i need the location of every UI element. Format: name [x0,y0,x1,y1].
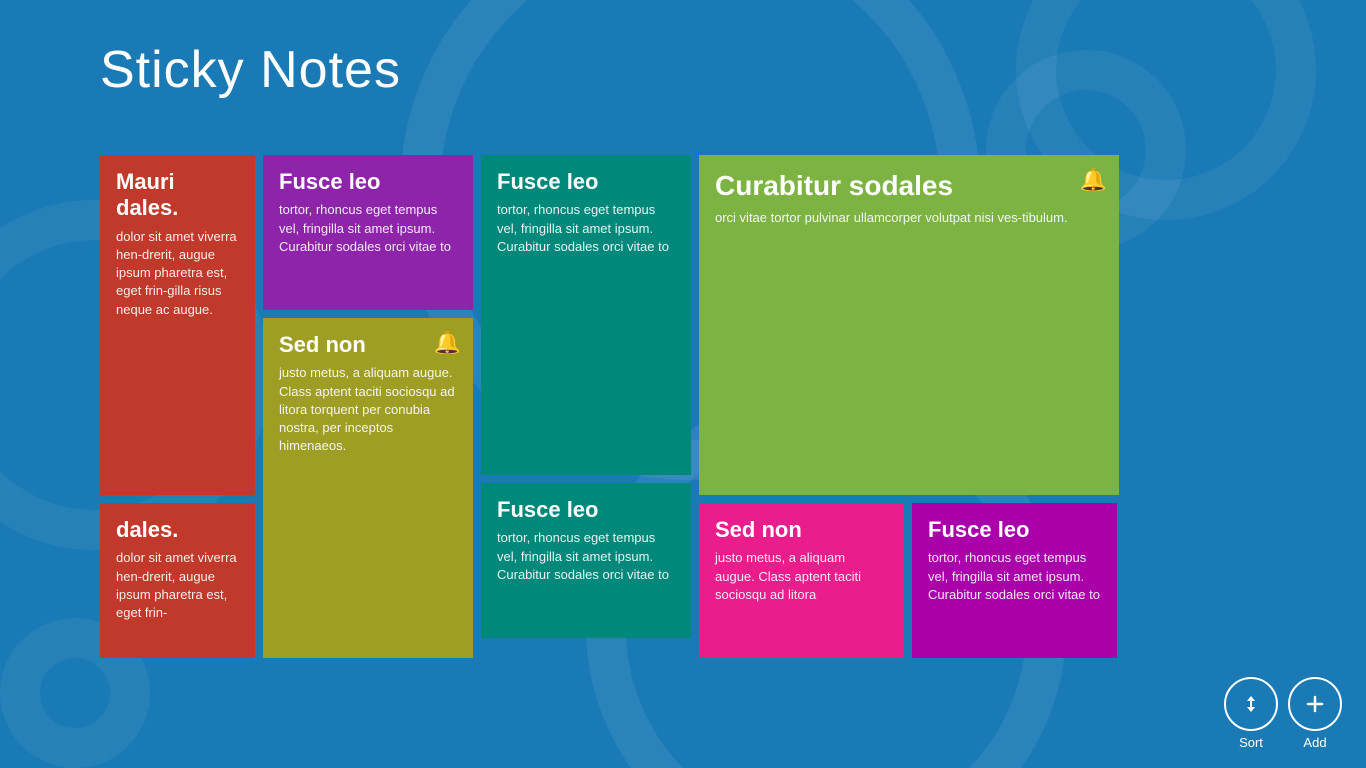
note-title: Fusce leo [497,497,675,523]
sort-button[interactable]: Sort [1224,677,1278,750]
note-title: Fusce leo [279,169,457,195]
note-title: Mauri dales. [116,169,239,222]
bell-icon: 🔔 [434,330,461,356]
add-label: Add [1303,735,1326,750]
note-title: Fusce leo [928,517,1101,543]
note-title: Sed non [279,332,457,358]
sort-label: Sort [1239,735,1263,750]
note-body: tortor, rhoncus eget tempus vel, fringil… [928,549,1101,604]
note-body: dolor sit amet viverra hen-drerit, augue… [116,228,239,319]
sort-icon [1224,677,1278,731]
note-body: justo metus, a aliquam augue. Class apte… [279,364,457,455]
add-button[interactable]: Add [1288,677,1342,750]
list-item[interactable]: Fusce leo tortor, rhoncus eget tempus ve… [481,155,691,475]
notes-column-4: 🔔 Curabitur sodales orci vitae tortor pu… [699,155,1119,658]
add-icon [1288,677,1342,731]
note-body: tortor, rhoncus eget tempus vel, fringil… [279,201,457,256]
list-item[interactable]: Fusce leo tortor, rhoncus eget tempus ve… [912,503,1117,658]
note-title: Fusce leo [497,169,675,195]
list-item[interactable]: 🔔 Sed non justo metus, a aliquam augue. … [263,318,473,658]
note-body: justo metus, a aliquam augue. Class apte… [715,549,888,604]
list-item[interactable]: Fusce leo tortor, rhoncus eget tempus ve… [263,155,473,310]
notes-grid: Mauri dales. dolor sit amet viverra hen-… [100,155,1119,658]
note-title: Sed non [715,517,888,543]
note-body: tortor, rhoncus eget tempus vel, fringil… [497,529,675,584]
note-body: orci vitae tortor pulvinar ullamcorper v… [715,209,1103,227]
page-title: Sticky Notes [100,40,401,100]
notes-column-1: Mauri dales. dolor sit amet viverra hen-… [100,155,255,658]
notes-column-3: Fusce leo tortor, rhoncus eget tempus ve… [481,155,691,658]
list-item[interactable]: Mauri dales. dolor sit amet viverra hen-… [100,155,255,495]
list-item[interactable]: Sed non justo metus, a aliquam augue. Cl… [699,503,904,658]
note-body: dolor sit amet viverra hen-drerit, augue… [116,549,239,622]
bell-icon: 🔔 [1080,167,1107,193]
notes-column-2: Fusce leo tortor, rhoncus eget tempus ve… [263,155,473,658]
note-title: dales. [116,517,239,543]
list-item[interactable]: 🔔 Curabitur sodales orci vitae tortor pu… [699,155,1119,495]
list-item[interactable]: dales. dolor sit amet viverra hen-drerit… [100,503,255,658]
list-item[interactable]: Fusce leo tortor, rhoncus eget tempus ve… [481,483,691,638]
bottom-toolbar: Sort Add [1200,659,1366,768]
note-body: tortor, rhoncus eget tempus vel, fringil… [497,201,675,256]
note-title: Curabitur sodales [715,169,1103,203]
